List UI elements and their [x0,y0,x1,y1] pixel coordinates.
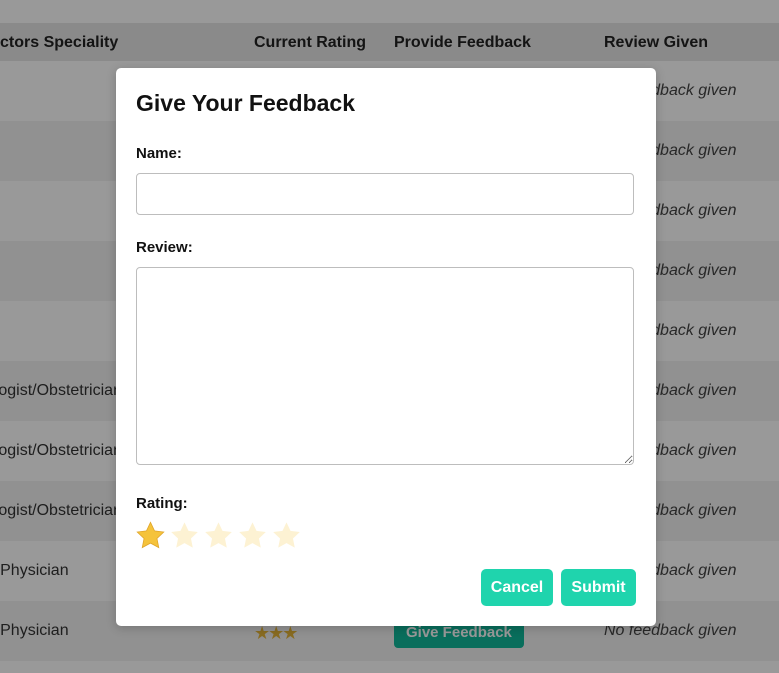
star-icon[interactable] [271,520,302,551]
rating-stars [135,520,302,551]
feedback-modal: Give Your Feedback Name: Review: Rating:… [116,68,656,626]
review-textarea[interactable] [136,267,634,465]
rating-label: Rating: [136,495,188,512]
name-label: Name: [136,145,182,162]
star-icon[interactable] [203,520,234,551]
cancel-button[interactable]: Cancel [481,569,553,606]
submit-button[interactable]: Submit [561,569,636,606]
star-icon[interactable] [135,520,166,551]
name-input[interactable] [136,173,634,215]
modal-title: Give Your Feedback [136,90,356,116]
star-icon[interactable] [169,520,200,551]
star-icon[interactable] [237,520,268,551]
review-label: Review: [136,239,193,256]
